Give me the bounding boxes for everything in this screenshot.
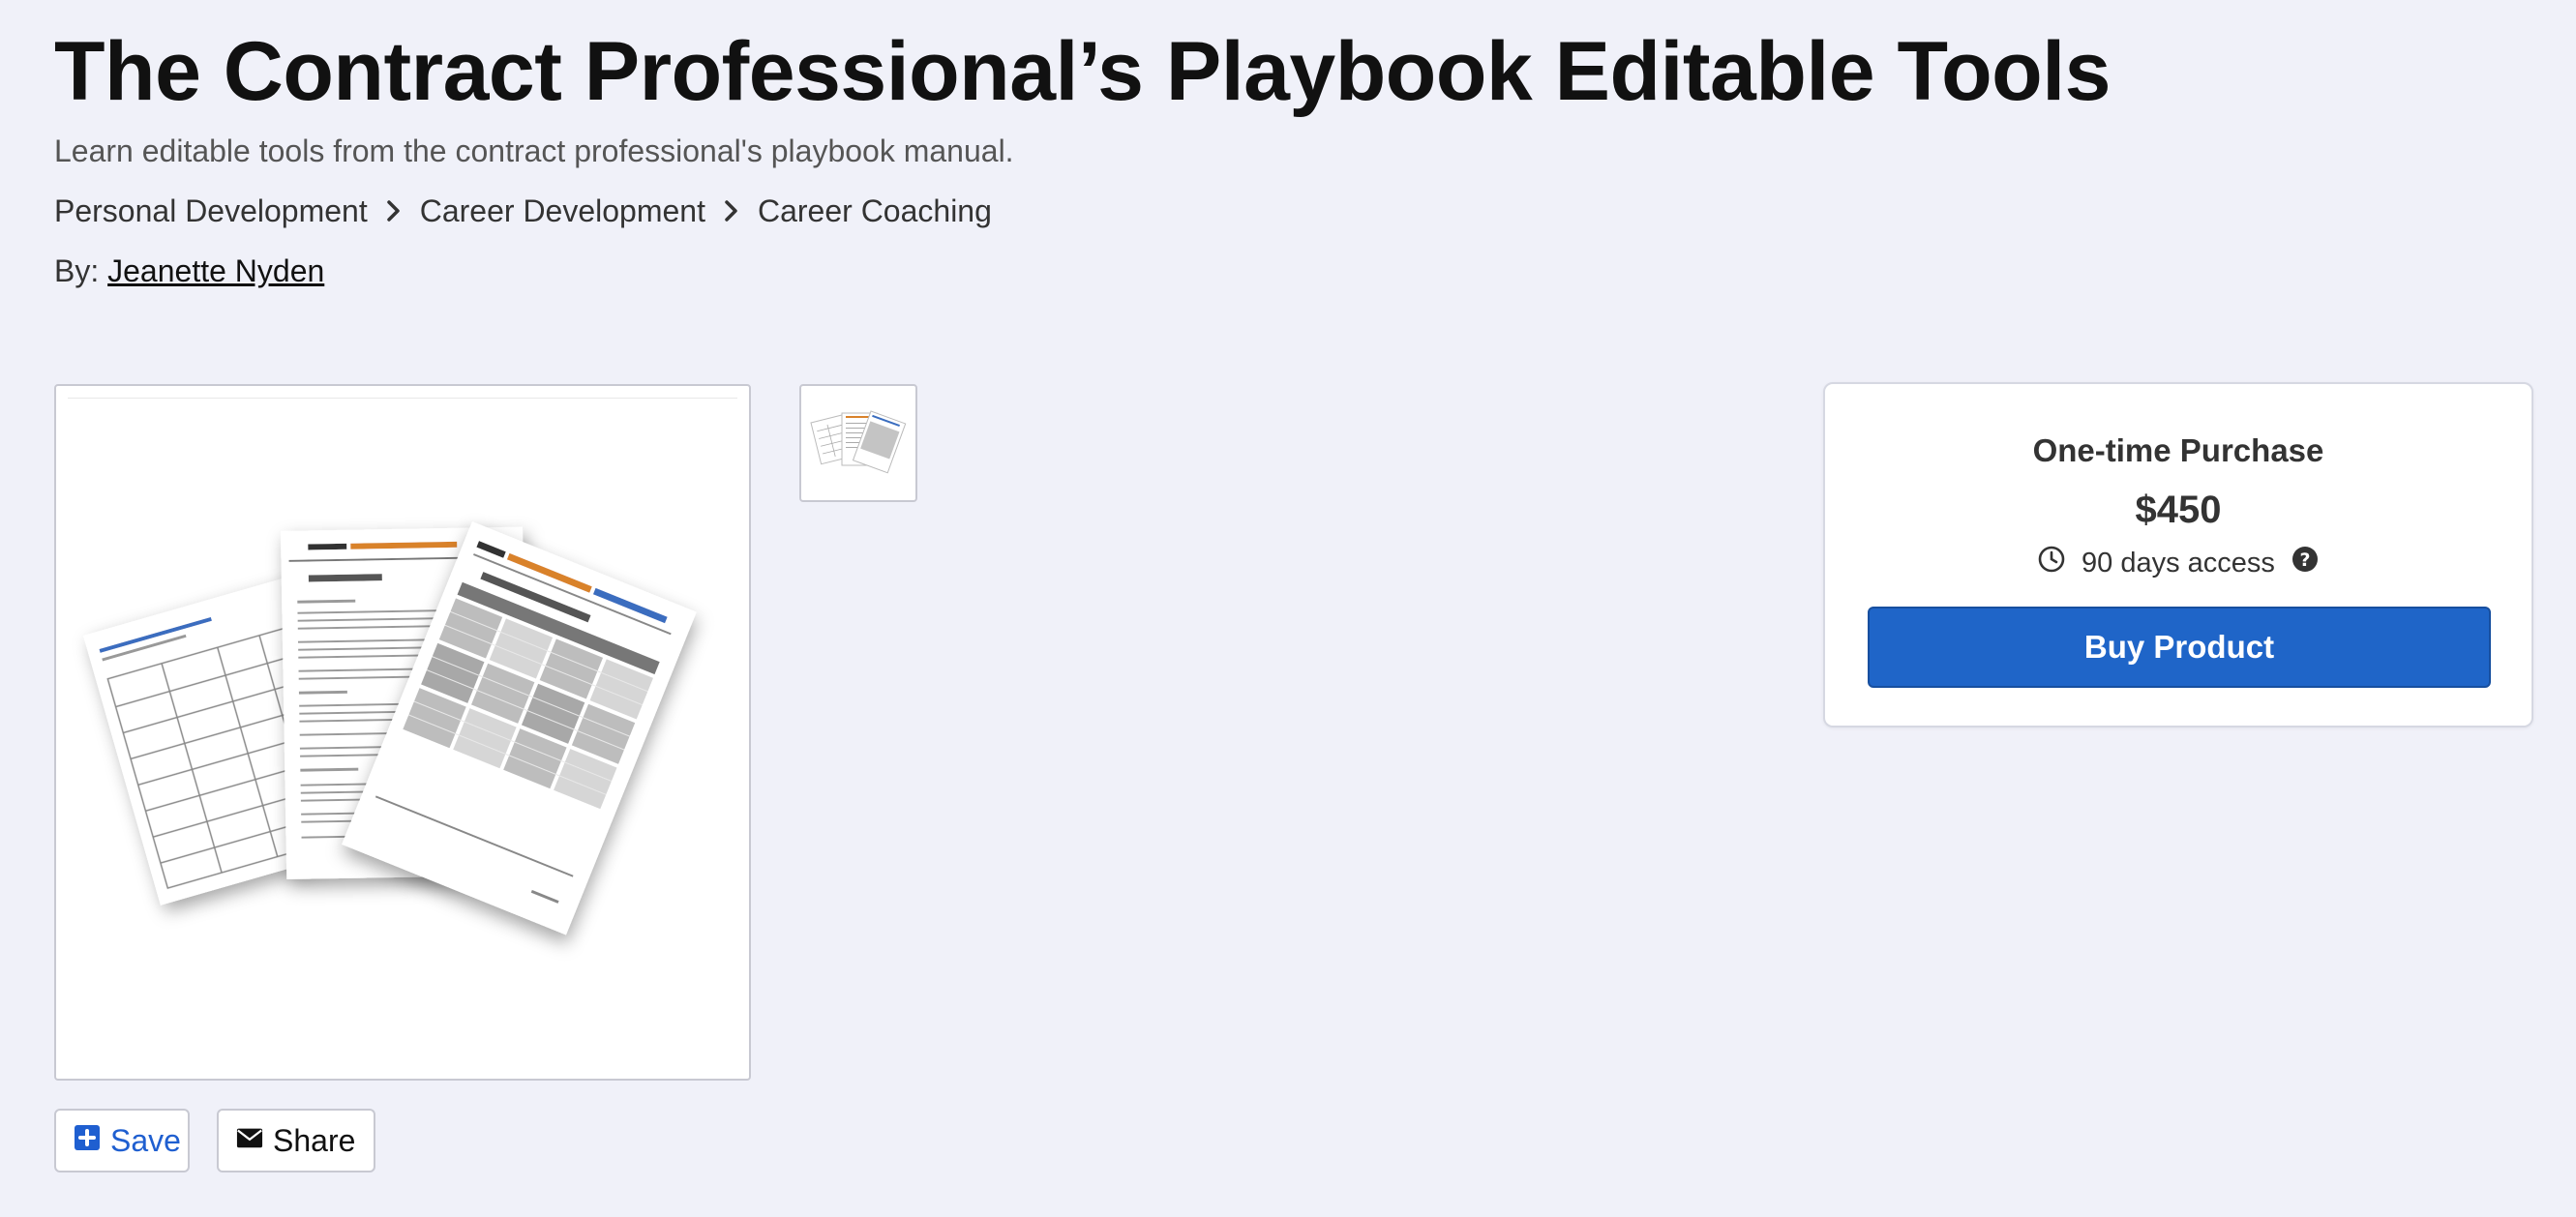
author-prefix: By: bbox=[54, 253, 100, 288]
share-button[interactable]: Share bbox=[217, 1109, 375, 1172]
save-button[interactable]: Save bbox=[54, 1109, 190, 1172]
purchase-card: One-time Purchase $450 90 days access ? … bbox=[1823, 382, 2533, 727]
access-duration: 90 days access ? bbox=[1825, 545, 2531, 581]
chevron-right-icon bbox=[368, 200, 420, 222]
chevron-right-icon bbox=[705, 200, 758, 222]
page-subtitle: Learn editable tools from the contract p… bbox=[54, 134, 1014, 168]
page-title: The Contract Professional’s Playbook Edi… bbox=[54, 25, 2111, 118]
question-circle-icon[interactable]: ? bbox=[2291, 545, 2320, 581]
thumbnail-illustration bbox=[810, 410, 907, 474]
author-link[interactable]: Jeanette Nyden bbox=[107, 253, 324, 288]
clock-icon bbox=[2037, 545, 2066, 581]
breadcrumb: Personal Development Career Development … bbox=[54, 192, 992, 230]
product-main-image[interactable] bbox=[54, 384, 751, 1081]
product-page: The Contract Professional’s Playbook Edi… bbox=[0, 0, 2576, 1217]
document-stack-illustration bbox=[83, 521, 697, 935]
purchase-type-label: One-time Purchase bbox=[2032, 432, 2324, 468]
breadcrumb-item-career-development[interactable]: Career Development bbox=[420, 192, 705, 230]
product-thumbnail[interactable] bbox=[799, 384, 917, 502]
share-label: Share bbox=[273, 1122, 356, 1158]
buy-product-button[interactable]: Buy Product bbox=[1868, 607, 2491, 688]
envelope-icon bbox=[236, 1123, 263, 1159]
save-label: Save bbox=[110, 1122, 181, 1158]
price: $450 bbox=[2135, 489, 2222, 531]
breadcrumb-item-career-coaching[interactable]: Career Coaching bbox=[758, 192, 992, 230]
access-text: 90 days access bbox=[2082, 547, 2275, 579]
image-divider bbox=[68, 398, 737, 399]
plus-square-icon bbox=[74, 1123, 101, 1159]
breadcrumb-item-personal-development[interactable]: Personal Development bbox=[54, 192, 368, 230]
author-byline: By: Jeanette Nyden bbox=[54, 252, 324, 290]
svg-text:?: ? bbox=[2299, 549, 2310, 571]
